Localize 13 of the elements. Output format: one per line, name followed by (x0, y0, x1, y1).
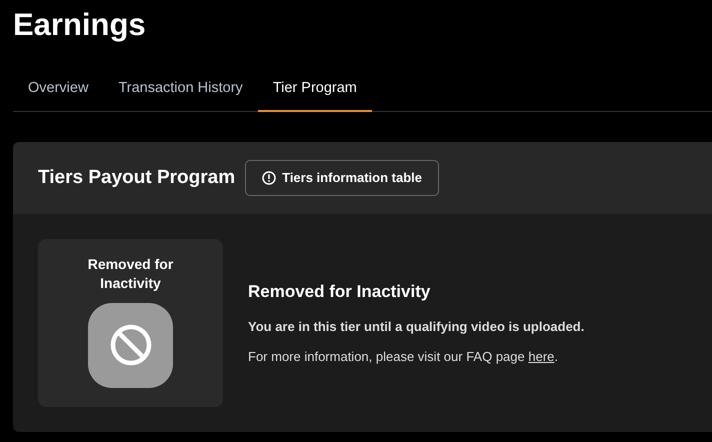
tier-heading: Removed for Inactivity (248, 281, 432, 303)
info-table-button[interactable]: Tiers information table (245, 160, 440, 196)
faq-link[interactable]: here (528, 349, 554, 364)
panel-title: Tiers Payout Program (38, 166, 236, 190)
tier-note: You are in this tier until a qualifying video is uploaded. (248, 318, 584, 336)
faq-text: For more information, please visit our FAQ page here. (248, 348, 560, 366)
tab[interactable]: Transaction History (103, 72, 258, 112)
info-icon (262, 170, 276, 185)
prohibited-icon (108, 323, 152, 368)
tab[interactable]: Tier Program (258, 72, 372, 112)
page-title: Earnings (12, 6, 147, 44)
tab[interactable]: Overview (13, 72, 104, 112)
tier-name: Removed for Inactivity (86, 254, 174, 293)
